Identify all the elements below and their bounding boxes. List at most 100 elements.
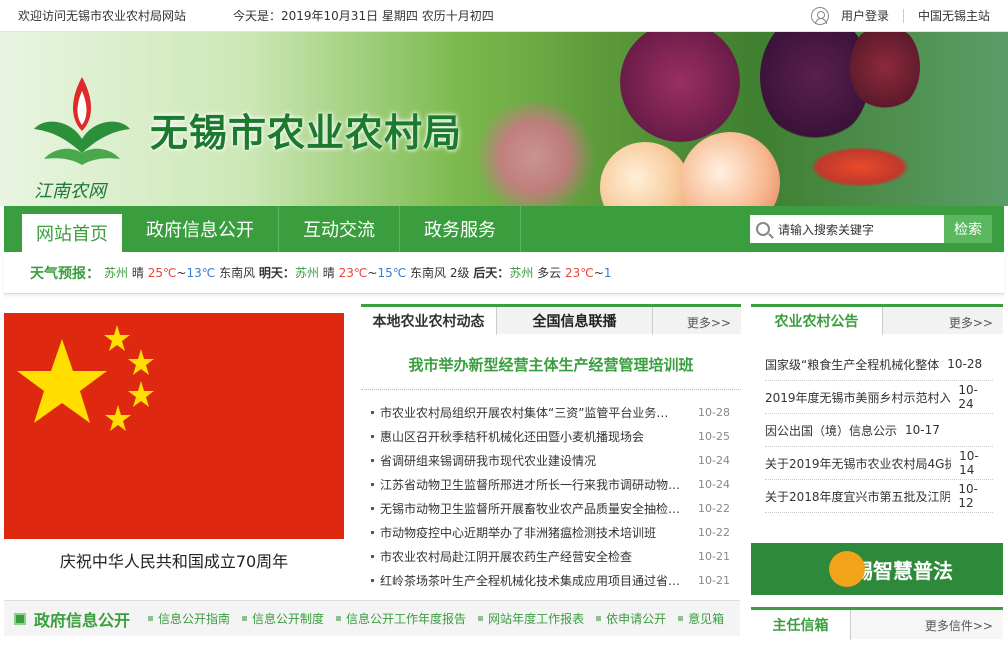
search-icon — [756, 222, 770, 236]
news-title: 红岭茶场茶叶生产全程机械化技术集成应用项目通过省… — [380, 573, 681, 588]
main-nav: 网站首页 政府信息公开 互动交流 政务服务 请输入搜索关键字 检索 — [4, 206, 1004, 252]
flag-caption[interactable]: 庆祝中华人民共和国成立70周年 — [4, 548, 344, 572]
portal-link[interactable]: 中国无锡主站 — [918, 7, 990, 24]
notice-title: 国家级“粮食生产全程机械化整体 — [765, 357, 940, 372]
weather-tomorrow-hi: 23℃ — [338, 265, 368, 280]
banner: 江南农网 无锡市农业农村局 — [0, 32, 1008, 206]
news-date: 10-22 — [698, 525, 730, 539]
notice-panel: 农业农村公告 更多>> 国家级“粮食生产全程机械化整体 10-28 2019年度无… — [751, 304, 1003, 513]
notice-date: 10-28 — [947, 357, 983, 371]
list-item[interactable]: 无锡市动物卫生监督所开展畜牧业农产品质量安全抽检… 10-22 — [361, 496, 741, 520]
weather-today-wind: 东南风 — [219, 266, 256, 280]
search-bar: 请输入搜索关键字 检索 — [750, 215, 992, 243]
news-headline[interactable]: 我市举办新型经营主体生产经营管理培训班 — [361, 354, 741, 390]
list-item[interactable]: 市农业农村局赴江阴开展农药生产经营安全检查 10-21 — [361, 544, 741, 568]
search-input[interactable]: 请输入搜索关键字 — [750, 215, 944, 243]
gov-info-title[interactable]: 政府信息公开 — [34, 607, 130, 631]
date-text: 今天是：2019年10月31日 星期四 农历十月初四 — [233, 9, 494, 23]
news-title: 江苏省动物卫生监督所邢进才所长一行来我市调研动物… — [380, 477, 681, 492]
gov-link[interactable]: 依申请公开 — [596, 610, 666, 627]
news-tabs: 本地农业农村动态 全国信息联播 更多>> — [361, 304, 741, 335]
logo-text: 江南农网 — [34, 181, 106, 202]
tab-national-news[interactable]: 全国信息联播 — [497, 307, 653, 335]
smart-law-banner[interactable]: 无锡智慧普法 — [751, 543, 1003, 595]
search-placeholder: 请输入搜索关键字 — [778, 222, 875, 237]
list-item[interactable]: 2019年度无锡市美丽乡村示范村入 10-24 — [765, 381, 993, 414]
news-date: 10-22 — [698, 501, 730, 515]
weather-label: 天气预报： — [30, 265, 100, 282]
notice-date: 10-12 — [958, 482, 978, 510]
peach-left — [600, 142, 690, 206]
flag-image[interactable] — [4, 313, 344, 539]
weather-today-cond: 晴 — [131, 266, 144, 280]
gov-link[interactable]: 意见箱 — [678, 610, 724, 627]
list-item[interactable]: 惠山区召开秋季秸秆机械化还田暨小麦机播现场会 10-25 — [361, 424, 741, 448]
list-item[interactable]: 因公出国（境）信息公示 10-17 — [765, 414, 993, 447]
site-title: 无锡市农业农村局 — [150, 111, 463, 155]
news-date: 10-28 — [698, 405, 730, 419]
top-links: 用户登录 中国无锡主站 — [810, 6, 990, 25]
tab-mailbox[interactable]: 主任信箱 — [751, 610, 851, 640]
list-item[interactable]: 市动物疫控中心近期举办了非洲猪瘟检测技术培训班 10-22 — [361, 520, 741, 544]
news-title: 无锡市动物卫生监督所开展畜牧业农产品质量安全抽检… — [380, 501, 681, 516]
news-list: 市农业农村局组织开展农村集体“三资”监管平台业务… 10-28 惠山区召开秋季秸秆… — [361, 400, 741, 592]
weather-after-lo: 1 — [603, 265, 612, 280]
list-item[interactable]: 红岭茶场茶叶生产全程机械化技术集成应用项目通过省… 10-21 — [361, 568, 741, 592]
grape-cluster-right — [850, 32, 920, 112]
weather-after-city: 苏州 — [509, 266, 534, 280]
nav-services[interactable]: 政务服务 — [400, 206, 521, 252]
notice-title: 因公出国（境）信息公示 — [765, 423, 898, 438]
tab-local-news[interactable]: 本地农业农村动态 — [361, 307, 497, 335]
nav-home[interactable]: 网站首页 — [22, 214, 122, 252]
weather-tomorrow-city: 苏州 — [294, 266, 319, 280]
mailbox-more-link[interactable]: 更多信件>> — [925, 617, 993, 634]
welcome-text: 欢迎访问无锡市农业农村局网站 — [18, 9, 187, 23]
list-item[interactable]: 关于2018年度宜兴市第五批及江阴 10-12 — [765, 480, 993, 513]
news-title: 市农业农村局赴江阴开展农药生产经营安全检查 — [380, 549, 633, 564]
nav-interaction[interactable]: 互动交流 — [279, 206, 400, 252]
notice-date: 10-14 — [959, 449, 979, 477]
weather-after-hi: 23℃ — [565, 265, 594, 280]
law-icon — [829, 551, 865, 587]
list-item[interactable]: 关于2019年无锡市农业农村局4G执 10-14 — [765, 447, 993, 480]
gov-link[interactable]: 信息公开工作年度报告 — [336, 610, 466, 627]
news-title: 省调研组来锡调研我市现代农业建设情况 — [380, 453, 597, 468]
weather-tomorrow-lo: 15℃ — [377, 265, 407, 280]
search-button[interactable]: 检索 — [944, 215, 992, 243]
news-date: 10-21 — [698, 549, 730, 563]
weather-after-label: 后天： — [473, 266, 510, 280]
nav-gov-info[interactable]: 政府信息公开 — [122, 206, 279, 252]
gov-info-bar: 政府信息公开 信息公开指南 信息公开制度 信息公开工作年度报告 网站年度工作报表… — [4, 600, 740, 636]
notice-title: 关于2018年度宜兴市第五批及江阴 — [765, 489, 951, 504]
mailbox-tabs: 主任信箱 更多信件>> — [751, 607, 1003, 640]
weather-today-lo: 13℃ — [186, 265, 216, 280]
notice-title: 2019年度无锡市美丽乡村示范村入 — [765, 390, 951, 405]
weather-today-city: 苏州 — [104, 266, 129, 280]
notice-title: 关于2019年无锡市农业农村局4G执 — [765, 456, 952, 471]
gov-link[interactable]: 网站年度工作报表 — [478, 610, 584, 627]
news-date: 10-24 — [698, 453, 730, 467]
weather-after-cond: 多云 — [537, 266, 562, 280]
list-item[interactable]: 江苏省动物卫生监督所邢进才所长一行来我市调研动物… 10-24 — [361, 472, 741, 496]
list-item[interactable]: 市农业农村局组织开展农村集体“三资”监管平台业务… 10-28 — [361, 400, 741, 424]
news-date: 10-24 — [698, 477, 730, 491]
list-item[interactable]: 省调研组来锡调研我市现代农业建设情况 10-24 — [361, 448, 741, 472]
notice-date: 10-24 — [958, 383, 978, 411]
divider — [902, 8, 904, 23]
grape-cluster-left — [620, 32, 740, 142]
weather-today-hi: 25℃ — [147, 265, 177, 280]
user-icon[interactable] — [810, 6, 829, 25]
news-more-link[interactable]: 更多>> — [687, 314, 731, 331]
list-item[interactable]: 国家级“粮食生产全程机械化整体 10-28 — [765, 348, 993, 381]
notice-more-link[interactable]: 更多>> — [949, 314, 993, 331]
news-title: 市农业农村局组织开展农村集体“三资”监管平台业务… — [380, 405, 669, 420]
tab-notice[interactable]: 农业农村公告 — [751, 307, 883, 335]
peach-right — [680, 132, 780, 206]
gov-link[interactable]: 信息公开制度 — [242, 610, 324, 627]
director-mailbox-panel: 主任信箱 更多信件>> — [751, 607, 1003, 640]
star-icon — [17, 325, 154, 431]
koi-fish — [810, 147, 910, 187]
login-link[interactable]: 用户登录 — [841, 7, 889, 24]
flower-bed — [470, 102, 600, 206]
gov-link[interactable]: 信息公开指南 — [148, 610, 230, 627]
